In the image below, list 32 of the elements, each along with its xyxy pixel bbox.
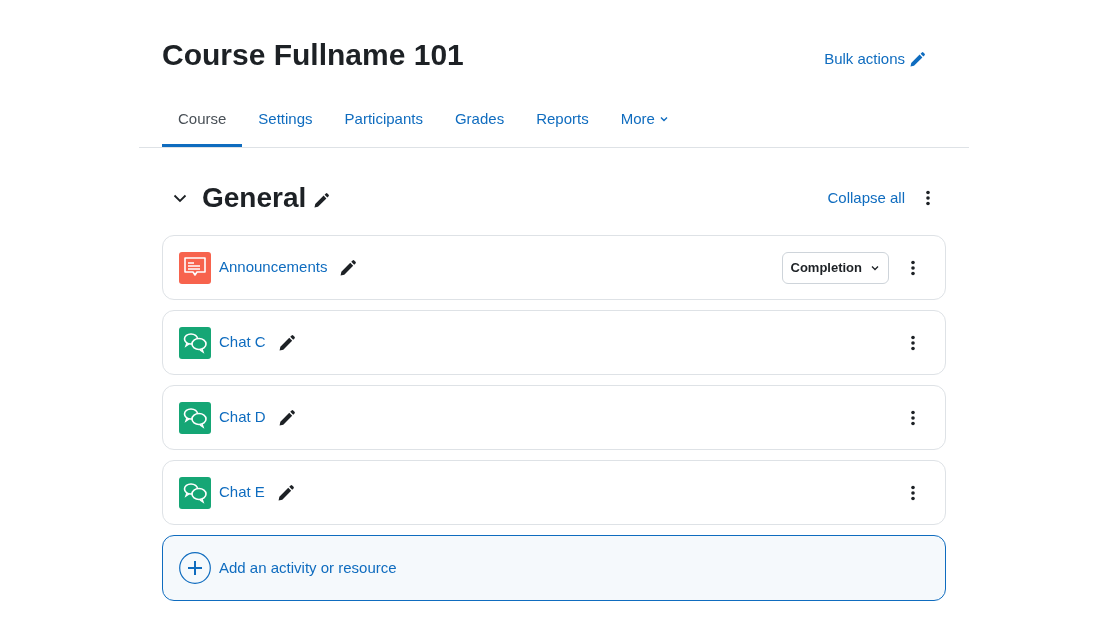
nav-tab[interactable]: Participants [328, 94, 439, 147]
add-activity-button[interactable]: Add an activity or resource [162, 535, 946, 601]
activity-link[interactable]: Announcements [219, 256, 328, 279]
nav-tab[interactable]: More [604, 94, 685, 147]
bulk-actions-link[interactable]: Bulk actions [824, 48, 926, 71]
plus-circle-icon [179, 552, 211, 584]
chat-bubbles-icon [179, 401, 211, 434]
pencil-icon[interactable] [276, 483, 295, 502]
nav-tab[interactable]: Settings [242, 94, 329, 147]
kebab-icon [926, 190, 930, 206]
nav-tab[interactable]: Course [162, 94, 243, 147]
nav-tab[interactable]: Grades [438, 94, 521, 147]
pencil-icon[interactable] [313, 191, 331, 209]
pencil-icon[interactable] [339, 258, 358, 277]
kebab-icon [911, 409, 915, 426]
kebab-icon [911, 484, 915, 501]
collapse-all-link[interactable]: Collapse all [827, 186, 905, 210]
speech-bubble-icon [179, 251, 211, 284]
chat-bubbles-icon [179, 476, 211, 509]
section-title: General [202, 181, 307, 215]
nav-tab[interactable]: Reports [520, 94, 605, 147]
activity-link[interactable]: Chat E [219, 481, 265, 504]
activity-link[interactable]: Chat C [219, 331, 266, 354]
activity-link[interactable]: Chat D [219, 406, 266, 429]
completion-dropdown[interactable]: Completion [781, 251, 889, 284]
pencil-icon[interactable] [277, 408, 296, 427]
chat-bubbles-icon [179, 326, 211, 359]
pencil-icon[interactable] [277, 333, 296, 352]
page-title: Course Fullname 101 [162, 37, 464, 73]
chevron-down-icon [658, 114, 669, 124]
kebab-icon [911, 259, 915, 276]
kebab-icon [911, 334, 915, 351]
